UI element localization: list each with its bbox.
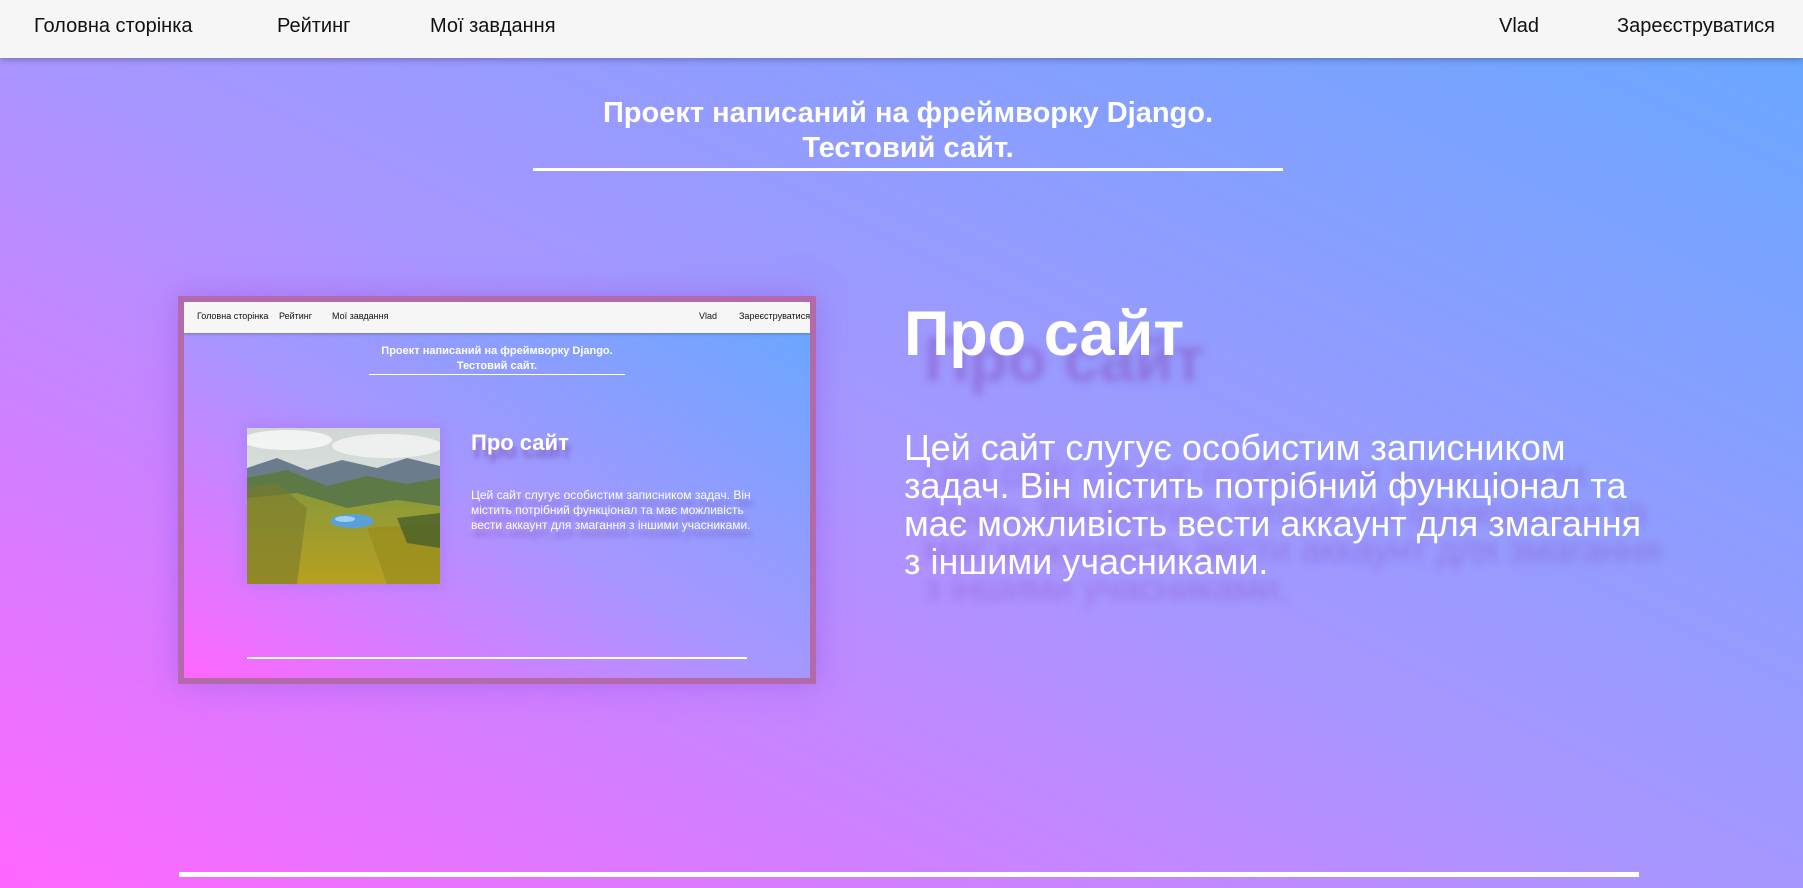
nav-link-user[interactable]: Vlad [1499, 0, 1539, 53]
preview-nav-rating: Рейтинг [279, 311, 313, 321]
nav-link-my-tasks[interactable]: Мої завдання [430, 0, 556, 53]
page-header: Проект написаний на фреймворку Django. Т… [533, 96, 1283, 166]
preview-header-line-2: Тестовий сайт. [456, 360, 538, 372]
about-text: Цей сайт слугує особистим записником зад… [904, 427, 1642, 582]
preview-about-title: Про сайт [471, 430, 569, 455]
nav-link-home[interactable]: Головна сторінка [34, 0, 193, 53]
about-title: Про сайт [904, 299, 1185, 369]
preview-nav-user: Vlad [699, 311, 718, 321]
header-line-2: Тестовий сайт. [802, 132, 1014, 164]
preview-nav-register: Зареєструватися [739, 311, 811, 321]
preview-about-text: Цей сайт слугує особистим записником зад… [471, 488, 751, 532]
preview-landscape-image [247, 428, 440, 584]
nav-link-rating[interactable]: Рейтинг [277, 0, 350, 53]
bottom-divider [179, 872, 1639, 877]
navbar: Головна сторінка Рейтинг Мої завдання Vl… [0, 0, 1803, 58]
preview-navbar: Головна сторінка Рейтинг Мої завдання Vl… [184, 302, 810, 333]
nav-link-register[interactable]: Зареєструватися [1617, 0, 1775, 53]
preview-header: Проект написаний на фреймворку Django. Т… [369, 344, 625, 374]
preview-bottom-divider [247, 657, 747, 659]
preview-nav-home: Головна сторінка [197, 311, 269, 321]
preview-header-divider [369, 374, 625, 375]
preview-header-line-1: Проект написаний на фреймворку Django. [381, 345, 613, 357]
header-divider [533, 168, 1283, 171]
site-preview-screenshot: Головна сторінка Рейтинг Мої завдання Vl… [178, 296, 816, 684]
header-line-1: Проект написаний на фреймворку Django. [602, 97, 1214, 129]
preview-nav-my-tasks: Мої завдання [332, 311, 389, 321]
